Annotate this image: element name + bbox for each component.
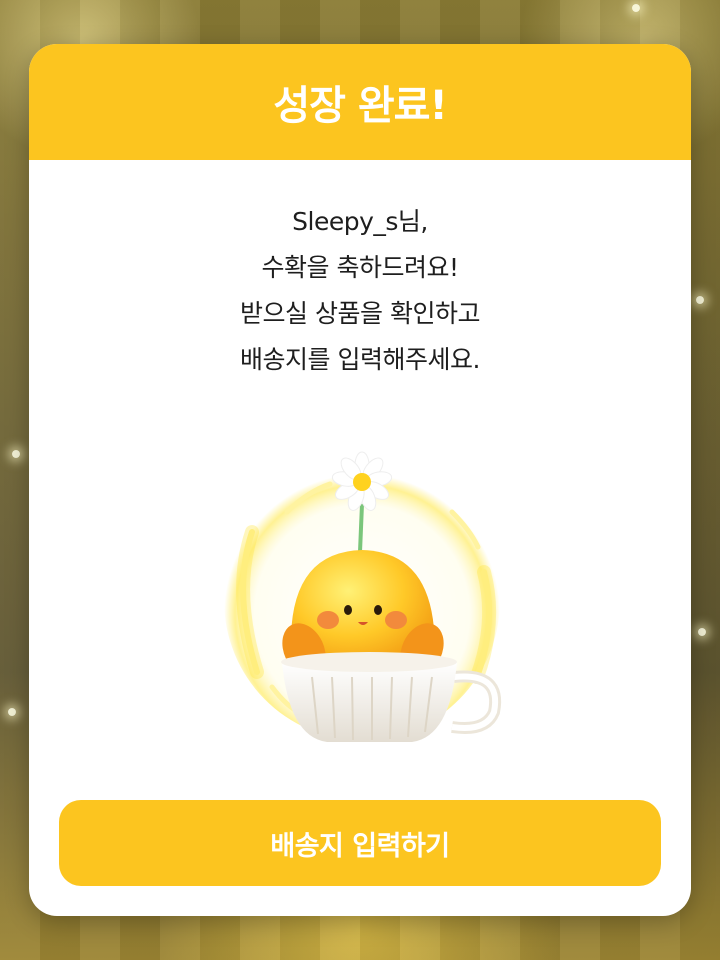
dialog-message: Sleepy_s님, 수확을 축하드려요! 받으실 상품을 확인하고 배송지를 … xyxy=(29,199,691,383)
message-line: Sleepy_s님, xyxy=(292,207,428,236)
growth-complete-dialog: 성장 완료! Sleepy_s님, 수확을 축하드려요! 받으실 상품을 확인하… xyxy=(29,44,691,916)
sparkle xyxy=(12,450,20,458)
sparkle xyxy=(8,708,16,716)
enter-shipping-address-button[interactable]: 배송지 입력하기 xyxy=(59,800,661,886)
dialog-header: 성장 완료! xyxy=(29,44,691,160)
message-line: 수확을 축하드려요! xyxy=(261,253,459,282)
chick-teacup-illustration xyxy=(224,451,502,742)
message-line: 받으실 상품을 확인하고 xyxy=(240,299,480,328)
dialog-title: 성장 완료! xyxy=(273,83,447,129)
sparkle xyxy=(632,4,640,12)
message-line: 배송지를 입력해주세요. xyxy=(240,345,480,374)
sparkle xyxy=(698,628,706,636)
sparkle xyxy=(696,296,704,304)
